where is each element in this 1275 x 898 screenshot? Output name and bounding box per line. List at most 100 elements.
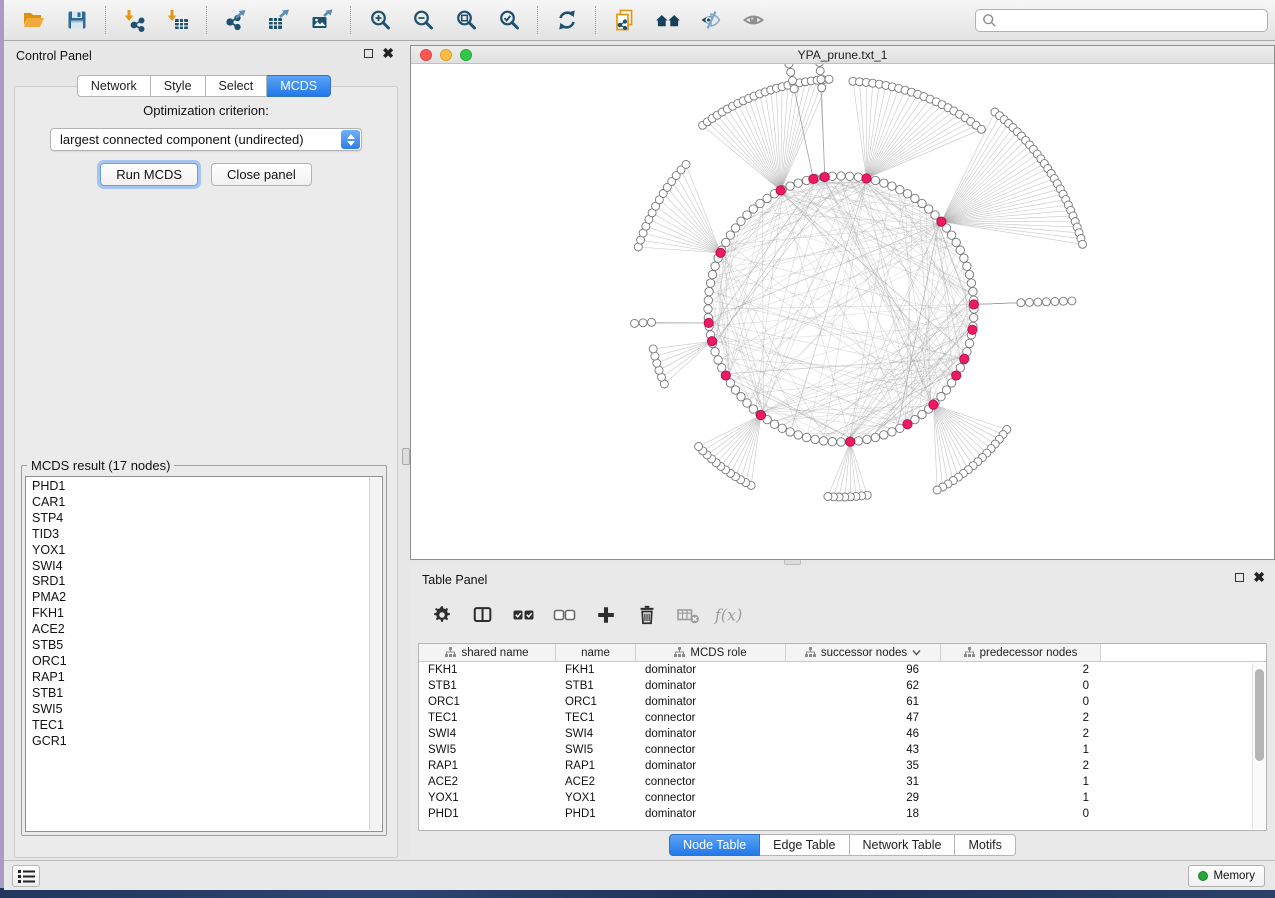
float-panel-icon[interactable] [364, 49, 373, 58]
save-session-icon[interactable] [60, 4, 93, 37]
toolbar-separator [595, 6, 596, 34]
table-row[interactable]: ORC1ORC1dominator610 [419, 694, 1266, 710]
table-row[interactable]: YOX1YOX1connector291 [419, 790, 1266, 806]
window-close-icon[interactable] [420, 49, 432, 61]
export-image-icon[interactable] [305, 4, 338, 37]
clone-network-icon[interactable] [608, 4, 641, 37]
cell-mcds-role: connector [636, 792, 786, 804]
open-file-icon[interactable] [17, 4, 50, 37]
search-field[interactable] [975, 9, 1268, 32]
mcds-result-item[interactable]: GCR1 [32, 734, 382, 750]
table-row[interactable]: FKH1FKH1dominator962 [419, 662, 1266, 678]
cell-shared-name: RAP1 [419, 760, 556, 772]
list-scrollbar[interactable] [369, 478, 381, 830]
create-column-icon[interactable] [590, 599, 622, 631]
table-row[interactable]: ACE2ACE2connector311 [419, 774, 1266, 790]
mcds-result-item[interactable]: TID3 [32, 527, 382, 543]
node-table[interactable]: shared namenameMCDS rolesuccessor nodesp… [418, 643, 1267, 831]
function-builder-icon[interactable]: f(x) [713, 599, 745, 631]
mcds-result-item[interactable]: ACE2 [32, 622, 382, 638]
delete-columns-icon[interactable] [631, 599, 663, 631]
select-all-icon[interactable] [508, 599, 540, 631]
network-window-titlebar[interactable]: YPA_prune.txt_1 [411, 46, 1274, 64]
float-table-panel-icon[interactable] [1235, 573, 1244, 582]
cell-name: FKH1 [556, 664, 636, 676]
zoom-fit-icon[interactable] [449, 4, 482, 37]
zoom-in-icon[interactable] [363, 4, 396, 37]
close-panel-button[interactable]: Close panel [211, 163, 312, 186]
import-network-icon[interactable] [118, 4, 151, 37]
zoom-out-icon[interactable] [406, 4, 439, 37]
column-header-predecessor-nodes[interactable]: predecessor nodes [941, 644, 1101, 661]
column-header-shared-name[interactable]: shared name [419, 644, 556, 661]
mcds-result-title: MCDS result (17 nodes) [27, 458, 174, 473]
column-header-name[interactable]: name [556, 644, 636, 661]
tab-network-table[interactable]: Network Table [850, 834, 956, 856]
window-minimize-icon[interactable] [440, 49, 452, 61]
hide-selected-icon[interactable] [694, 4, 727, 37]
tab-edge-table[interactable]: Edge Table [760, 834, 849, 856]
zoom-selected-icon[interactable] [492, 4, 525, 37]
tab-node-table[interactable]: Node Table [669, 834, 760, 856]
mcds-result-item[interactable]: PMA2 [32, 590, 382, 606]
status-bar: Memory [4, 860, 1275, 890]
mcds-result-item[interactable]: SWI4 [32, 559, 382, 575]
mcds-result-item[interactable]: STB1 [32, 686, 382, 702]
export-network-icon[interactable] [219, 4, 252, 37]
network-graph-canvas[interactable] [411, 64, 1274, 559]
first-neighbors-icon[interactable] [651, 4, 684, 37]
refresh-view-icon[interactable] [550, 4, 583, 37]
mcds-result-item[interactable]: PHD1 [32, 479, 382, 495]
run-mcds-button[interactable]: Run MCDS [100, 163, 198, 186]
cell-predecessor-nodes: 0 [941, 696, 1101, 708]
tab-mcds[interactable]: MCDS [267, 75, 331, 97]
tab-motifs[interactable]: Motifs [955, 834, 1015, 856]
column-header-successor-nodes[interactable]: successor nodes [786, 644, 941, 661]
import-table-icon[interactable] [161, 4, 194, 37]
close-table-panel-icon[interactable]: ✖ [1253, 572, 1265, 582]
close-panel-icon[interactable]: ✖ [382, 48, 394, 58]
table-row[interactable]: SWI4SWI4dominator462 [419, 726, 1266, 742]
show-all-icon[interactable] [737, 4, 770, 37]
task-history-button[interactable] [12, 865, 40, 887]
mcds-result-item[interactable]: CAR1 [32, 495, 382, 511]
deselect-all-icon[interactable] [549, 599, 581, 631]
cell-successor-nodes: 96 [786, 664, 941, 676]
search-input[interactable] [997, 10, 1267, 31]
mcds-result-item[interactable]: STP4 [32, 511, 382, 527]
column-header-mcds-role[interactable]: MCDS role [636, 644, 786, 661]
mcds-result-item[interactable]: ORC1 [32, 654, 382, 670]
optimization-criterion-select[interactable]: largest connected component (undirected) [50, 128, 362, 151]
tab-network[interactable]: Network [77, 75, 151, 97]
table-row[interactable]: STB1STB1dominator620 [419, 678, 1266, 694]
cell-shared-name: SWI5 [419, 744, 556, 756]
delete-table-icon[interactable] [672, 599, 704, 631]
export-table-icon[interactable] [262, 4, 295, 37]
mcds-result-item[interactable]: SRD1 [32, 574, 382, 590]
mcds-result-item[interactable]: RAP1 [32, 670, 382, 686]
cell-name: YOX1 [556, 792, 636, 804]
cell-shared-name: ACE2 [419, 776, 556, 788]
show-column-panel-icon[interactable] [467, 599, 499, 631]
window-maximize-icon[interactable] [460, 49, 472, 61]
mcds-result-item[interactable]: SWI5 [32, 702, 382, 718]
cell-predecessor-nodes: 2 [941, 728, 1101, 740]
table-row[interactable]: PHD1PHD1dominator180 [419, 806, 1266, 822]
table-row[interactable]: TEC1TEC1connector472 [419, 710, 1266, 726]
cell-predecessor-nodes: 2 [941, 712, 1101, 724]
mcds-result-item[interactable]: FKH1 [32, 606, 382, 622]
table-scrollbar-thumb[interactable] [1255, 669, 1264, 761]
mcds-result-item[interactable]: TEC1 [32, 718, 382, 734]
table-scrollbar[interactable] [1252, 663, 1266, 829]
vertical-splitter-handle[interactable] [402, 448, 410, 465]
main-toolbar [4, 0, 1275, 41]
memory-button[interactable]: Memory [1188, 865, 1265, 887]
mcds-result-list[interactable]: PHD1CAR1STP4TID3YOX1SWI4SRD1PMA2FKH1ACE2… [25, 476, 383, 832]
mcds-result-item[interactable]: STB5 [32, 638, 382, 654]
tab-style[interactable]: Style [151, 75, 206, 97]
table-row[interactable]: SWI5SWI5connector431 [419, 742, 1266, 758]
table-settings-icon[interactable] [426, 599, 458, 631]
tab-select[interactable]: Select [206, 75, 268, 97]
mcds-result-item[interactable]: YOX1 [32, 543, 382, 559]
table-row[interactable]: RAP1RAP1dominator352 [419, 758, 1266, 774]
